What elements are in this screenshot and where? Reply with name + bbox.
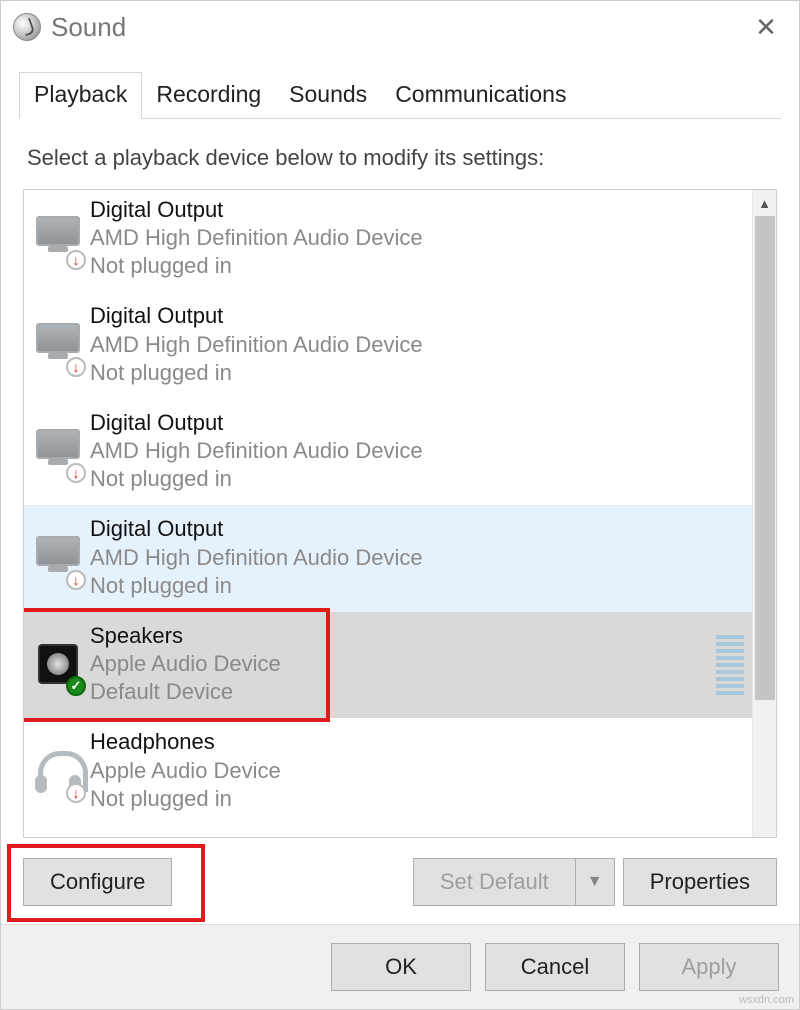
device-name: Digital Output: [90, 196, 423, 224]
device-status: Not plugged in: [90, 359, 423, 387]
device-name: Headphones: [90, 728, 281, 756]
unplugged-badge-icon: [66, 783, 86, 803]
window-title: Sound: [51, 12, 126, 43]
device-description: Apple Audio Device: [90, 757, 281, 785]
instruction-text: Select a playback device below to modify…: [27, 145, 777, 171]
apply-button[interactable]: Apply: [639, 943, 779, 991]
monitor-icon: [32, 534, 84, 586]
monitor-icon: [32, 214, 84, 266]
tab-recording[interactable]: Recording: [142, 73, 275, 118]
device-name: Digital Output: [90, 409, 423, 437]
monitor-icon: [32, 427, 84, 479]
device-speakers[interactable]: SpeakersApple Audio DeviceDefault Device: [24, 612, 752, 718]
tab-communications[interactable]: Communications: [381, 73, 580, 118]
sound-system-icon: [13, 13, 41, 41]
cancel-button[interactable]: Cancel: [485, 943, 625, 991]
headphones-icon: [32, 747, 84, 799]
device-status: Not plugged in: [90, 572, 423, 600]
close-icon[interactable]: ✕: [743, 12, 789, 43]
device-description: AMD High Definition Audio Device: [90, 437, 423, 465]
device-description: Apple Audio Device: [90, 650, 281, 678]
set-default-button[interactable]: Set Default: [413, 858, 575, 906]
device-list[interactable]: Digital OutputAMD High Definition Audio …: [24, 190, 752, 837]
configure-button[interactable]: Configure: [23, 858, 172, 906]
device-status: Default Device: [90, 678, 281, 706]
sound-dialog: Sound ✕ Playback Recording Sounds Commun…: [0, 0, 800, 1010]
tabpage-playback: Select a playback device below to modify…: [19, 119, 781, 914]
scrollbar[interactable]: ▲: [752, 190, 776, 837]
ok-button[interactable]: OK: [331, 943, 471, 991]
scroll-up-icon[interactable]: ▲: [753, 190, 776, 216]
tab-playback[interactable]: Playback: [19, 72, 142, 119]
speaker-icon: [32, 640, 84, 692]
unplugged-badge-icon: [66, 463, 86, 483]
unplugged-badge-icon: [66, 357, 86, 377]
tab-strip: Playback Recording Sounds Communications: [19, 73, 781, 119]
playback-button-row: Configure Set Default ▼ Properties: [23, 858, 777, 906]
device-digital-output[interactable]: Digital OutputAMD High Definition Audio …: [24, 190, 752, 292]
titlebar: Sound ✕: [1, 1, 799, 53]
device-name: Digital Output: [90, 302, 423, 330]
monitor-icon: [32, 321, 84, 373]
device-name: Speakers: [90, 622, 281, 650]
dialog-button-row: OK Cancel Apply: [1, 924, 799, 1009]
device-digital-output[interactable]: Digital OutputAMD High Definition Audio …: [24, 505, 752, 611]
unplugged-badge-icon: [66, 570, 86, 590]
client-area: Playback Recording Sounds Communications…: [1, 53, 799, 924]
unplugged-badge-icon: [66, 250, 86, 270]
device-list-wrap: Digital OutputAMD High Definition Audio …: [23, 189, 777, 838]
scroll-thumb[interactable]: [755, 216, 775, 700]
device-digital-output[interactable]: Digital OutputAMD High Definition Audio …: [24, 399, 752, 505]
check-badge-icon: [66, 676, 86, 696]
device-status: Not plugged in: [90, 785, 281, 813]
device-description: AMD High Definition Audio Device: [90, 544, 423, 572]
device-digital-output[interactable]: Digital OutputAMD High Definition Audio …: [24, 292, 752, 398]
device-headphones[interactable]: HeadphonesApple Audio DeviceNot plugged …: [24, 718, 752, 824]
watermark: wsxdn.com: [739, 994, 794, 1006]
set-default-split-button[interactable]: Set Default ▼: [413, 858, 615, 906]
device-status: Not plugged in: [90, 252, 423, 280]
device-description: AMD High Definition Audio Device: [90, 224, 423, 252]
device-status: Not plugged in: [90, 465, 423, 493]
device-description: AMD High Definition Audio Device: [90, 331, 423, 359]
level-meter-icon: [716, 635, 744, 695]
device-name: Digital Output: [90, 515, 423, 543]
scroll-track[interactable]: [753, 216, 776, 837]
chevron-down-icon[interactable]: ▼: [575, 858, 615, 906]
properties-button[interactable]: Properties: [623, 858, 777, 906]
tab-sounds[interactable]: Sounds: [275, 73, 381, 118]
